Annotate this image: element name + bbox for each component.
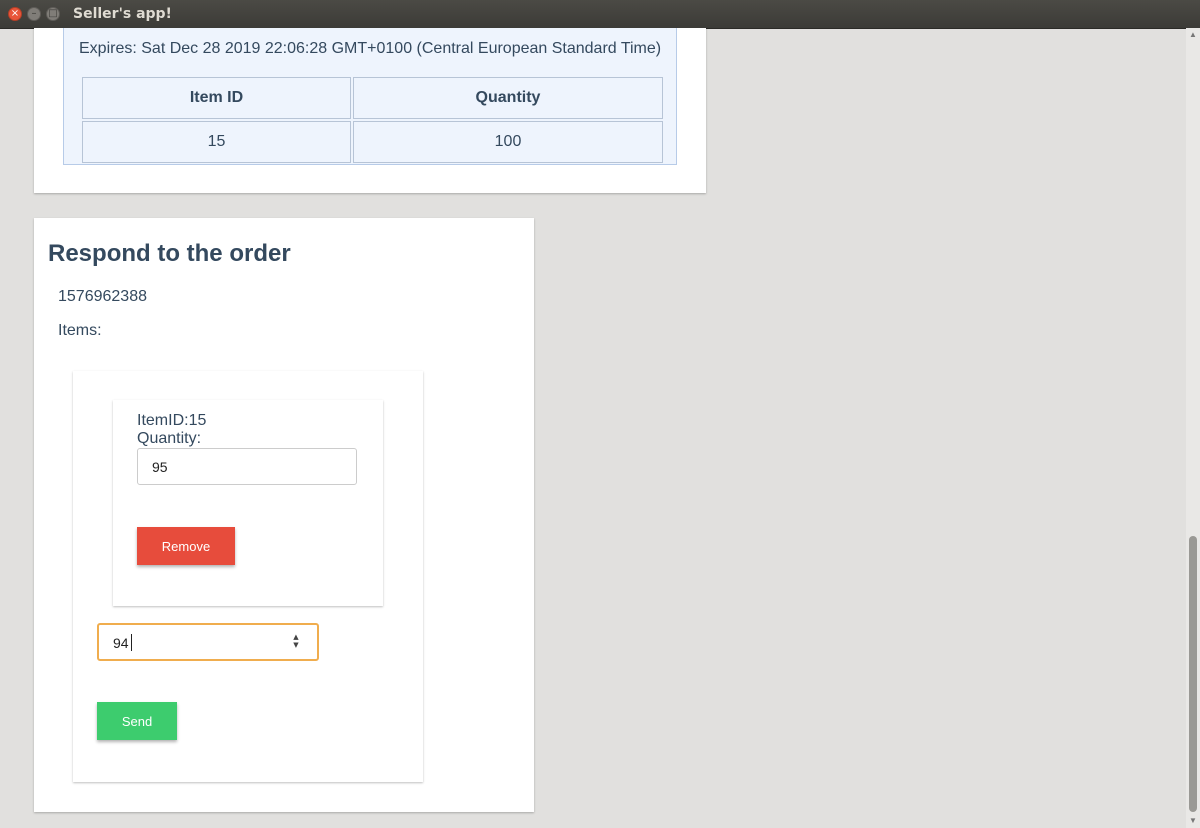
window-title-bar: × – □ Seller's app! bbox=[0, 0, 1200, 29]
scroll-down-icon[interactable]: ▼ bbox=[1186, 814, 1200, 828]
table-header-quantity: Quantity bbox=[353, 77, 663, 119]
number-input-value: 94 bbox=[113, 635, 129, 651]
spinner-arrows-icon[interactable]: ▲ ▼ bbox=[291, 633, 301, 651]
number-input[interactable]: 94 ▲ ▼ bbox=[97, 623, 319, 661]
order-details-box: Expires: Sat Dec 28 2019 22:06:28 GMT+01… bbox=[63, 28, 677, 165]
window-maximize-button[interactable]: □ bbox=[46, 7, 60, 21]
order-id: 1576962388 bbox=[58, 288, 147, 305]
table-row: 15 100 bbox=[82, 121, 663, 163]
expires-text: Expires: Sat Dec 28 2019 22:06:28 GMT+01… bbox=[79, 40, 662, 57]
items-label: Items: bbox=[58, 322, 102, 339]
item-card: ItemID:15 Quantity: Remove bbox=[113, 400, 383, 606]
item-id-text: ItemID:15 bbox=[137, 412, 207, 429]
quantity-input[interactable] bbox=[137, 448, 357, 485]
items-container: ItemID:15 Quantity: Remove 94 ▲▼ Send bbox=[73, 371, 423, 782]
table-cell-quantity: 100 bbox=[353, 121, 663, 163]
remove-button[interactable]: Remove bbox=[137, 527, 235, 565]
send-button[interactable]: Send bbox=[97, 702, 177, 740]
table-cell-item-id: 15 bbox=[82, 121, 351, 163]
scroll-up-icon[interactable]: ▲ bbox=[1186, 28, 1200, 42]
scrollbar-thumb[interactable] bbox=[1189, 536, 1197, 812]
vertical-scrollbar[interactable]: ▲ ▼ bbox=[1186, 28, 1200, 828]
window-close-button[interactable]: × bbox=[8, 7, 22, 21]
window-minimize-button[interactable]: – bbox=[27, 7, 41, 21]
respond-card: Respond to the order 1576962388 Items: I… bbox=[34, 218, 534, 812]
order-items-table: Item ID Quantity 15 100 bbox=[80, 75, 665, 165]
window-title: Seller's app! bbox=[73, 6, 172, 22]
content-area: Expires: Sat Dec 28 2019 22:06:28 GMT+01… bbox=[0, 28, 1186, 828]
table-header-row: Item ID Quantity bbox=[82, 77, 663, 119]
respond-heading: Respond to the order bbox=[48, 240, 291, 267]
table-header-item-id: Item ID bbox=[82, 77, 351, 119]
order-card: Expires: Sat Dec 28 2019 22:06:28 GMT+01… bbox=[34, 28, 706, 193]
text-caret bbox=[131, 634, 132, 651]
quantity-label: Quantity: bbox=[137, 430, 202, 447]
